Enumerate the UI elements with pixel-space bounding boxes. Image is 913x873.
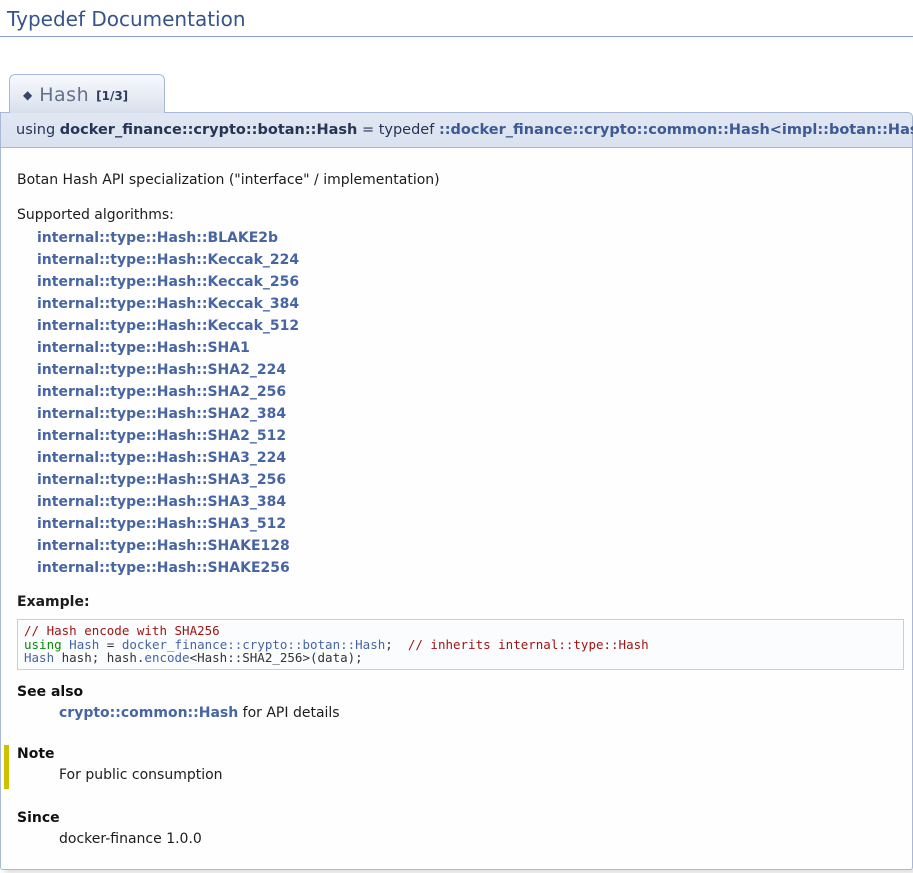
algorithm-list-item: internal::type::Hash::BLAKE2b xyxy=(37,227,906,249)
member-block: ◆Hash[1/3] using docker_finance::crypto:… xyxy=(0,37,913,870)
see-also-content: crypto::common::Hash for API details xyxy=(59,703,906,723)
note-label: Note xyxy=(16,746,906,762)
algorithm-link[interactable]: internal::type::Hash::SHA3_512 xyxy=(37,516,286,532)
algorithm-link[interactable]: internal::type::Hash::Keccak_256 xyxy=(37,274,299,290)
see-also-suffix: for API details xyxy=(238,705,339,721)
code-example-block: // Hash encode with SHA256using Hash = d… xyxy=(17,619,904,670)
code-comment: // inherits internal::type::Hash xyxy=(408,637,649,652)
note-text: For public consumption xyxy=(59,765,906,785)
algorithm-link[interactable]: internal::type::Hash::SHA1 xyxy=(37,340,250,356)
algorithm-link[interactable]: internal::type::Hash::SHA3_224 xyxy=(37,450,286,466)
member-prototype: using docker_finance::crypto::botan::Has… xyxy=(0,112,913,148)
algorithm-list-item: internal::type::Hash::SHAKE256 xyxy=(37,557,906,579)
algorithm-list-item: internal::type::Hash::Keccak_224 xyxy=(37,249,906,271)
algorithm-list-item: internal::type::Hash::SHA1 xyxy=(37,337,906,359)
algorithm-link[interactable]: internal::type::Hash::SHA3_256 xyxy=(37,472,286,488)
example-label: Example: xyxy=(16,579,906,610)
code-line: using Hash = docker_finance::crypto::bot… xyxy=(24,638,897,652)
code-plain: hash; hash. xyxy=(54,650,144,665)
algorithm-link[interactable]: internal::type::Hash::Keccak_224 xyxy=(37,252,299,268)
algorithm-list-item: internal::type::Hash::SHAKE128 xyxy=(37,535,906,557)
member-tab-name: Hash xyxy=(39,84,89,106)
member-tab-overload: [1/3] xyxy=(96,89,128,103)
since-label: Since xyxy=(16,810,906,826)
anchor-diamond-icon[interactable]: ◆ xyxy=(23,88,32,102)
algorithm-link[interactable]: internal::type::Hash::BLAKE2b xyxy=(37,230,278,246)
code-line: Hash hash; hash.encode<Hash::SHA2_256>(d… xyxy=(24,651,897,665)
algorithm-list-item: internal::type::Hash::SHA3_512 xyxy=(37,513,906,535)
page-title: Typedef Documentation xyxy=(0,0,913,37)
algorithm-link[interactable]: internal::type::Hash::SHA2_224 xyxy=(37,362,286,378)
algorithm-list-item: internal::type::Hash::SHA2_512 xyxy=(37,425,906,447)
code-plain: ; xyxy=(385,637,408,652)
algorithm-list-item: internal::type::Hash::SHA2_256 xyxy=(37,381,906,403)
decl-typedef-name: docker_finance::crypto::botan::Hash xyxy=(60,122,358,138)
member-tab: ◆ Hash [1/3] xyxy=(9,74,165,113)
see-also-label: See also xyxy=(16,684,906,700)
algorithm-link[interactable]: internal::type::Hash::Keccak_512 xyxy=(37,318,299,334)
algorithm-link[interactable]: internal::type::Hash::SHAKE128 xyxy=(37,538,290,554)
algorithm-link[interactable]: internal::type::Hash::SHA2_384 xyxy=(37,406,286,422)
code-symbol-link[interactable]: encode xyxy=(144,650,189,665)
brief-description: Botan Hash API specialization ("interfac… xyxy=(16,150,906,188)
supported-algorithms-label: Supported algorithms: xyxy=(16,188,906,227)
member-item: using docker_finance::crypto::botan::Has… xyxy=(0,112,913,870)
algorithm-list-item: internal::type::Hash::SHA2_224 xyxy=(37,359,906,381)
algorithm-list-item: internal::type::Hash::SHA2_384 xyxy=(37,403,906,425)
code-line: // Hash encode with SHA256 xyxy=(24,624,897,638)
algorithm-list-item: internal::type::Hash::SHA3_384 xyxy=(37,491,906,513)
code-symbol-link[interactable]: Hash xyxy=(24,650,54,665)
algorithm-list-item: internal::type::Hash::SHA3_256 xyxy=(37,469,906,491)
algorithm-list-item: internal::type::Hash::Keccak_512 xyxy=(37,315,906,337)
algorithm-list-item: internal::type::Hash::SHA3_224 xyxy=(37,447,906,469)
decl-target-link[interactable]: ::docker_finance::crypto::common::Hash<i… xyxy=(439,122,913,138)
algorithm-link[interactable]: internal::type::Hash::Keccak_384 xyxy=(37,296,299,312)
since-section: Since docker-finance 1.0.0 xyxy=(16,810,906,849)
code-plain: <Hash::SHA2_256>(data); xyxy=(190,650,363,665)
member-doc: Botan Hash API specialization ("interfac… xyxy=(0,148,913,870)
decl-using-keyword: using xyxy=(16,122,60,138)
algorithm-link[interactable]: internal::type::Hash::SHA3_384 xyxy=(37,494,286,510)
decl-connector: = typedef xyxy=(357,122,439,138)
algorithm-link[interactable]: internal::type::Hash::SHAKE256 xyxy=(37,560,290,576)
algorithm-list-item: internal::type::Hash::Keccak_384 xyxy=(37,293,906,315)
since-text: docker-finance 1.0.0 xyxy=(59,829,906,849)
typedef-documentation-page: Typedef Documentation ◆ Hash [1/3] using d… xyxy=(0,0,913,870)
see-also-link[interactable]: crypto::common::Hash xyxy=(59,705,238,721)
algorithm-list-item: internal::type::Hash::Keccak_256 xyxy=(37,271,906,293)
algorithm-link[interactable]: internal::type::Hash::SHA2_256 xyxy=(37,384,286,400)
algorithm-list: internal::type::Hash::BLAKE2binternal::t… xyxy=(37,227,906,579)
note-section: Note For public consumption xyxy=(4,745,906,789)
see-also-section: See also crypto::common::Hash for API de… xyxy=(16,684,906,723)
algorithm-link[interactable]: internal::type::Hash::SHA2_512 xyxy=(37,428,286,444)
